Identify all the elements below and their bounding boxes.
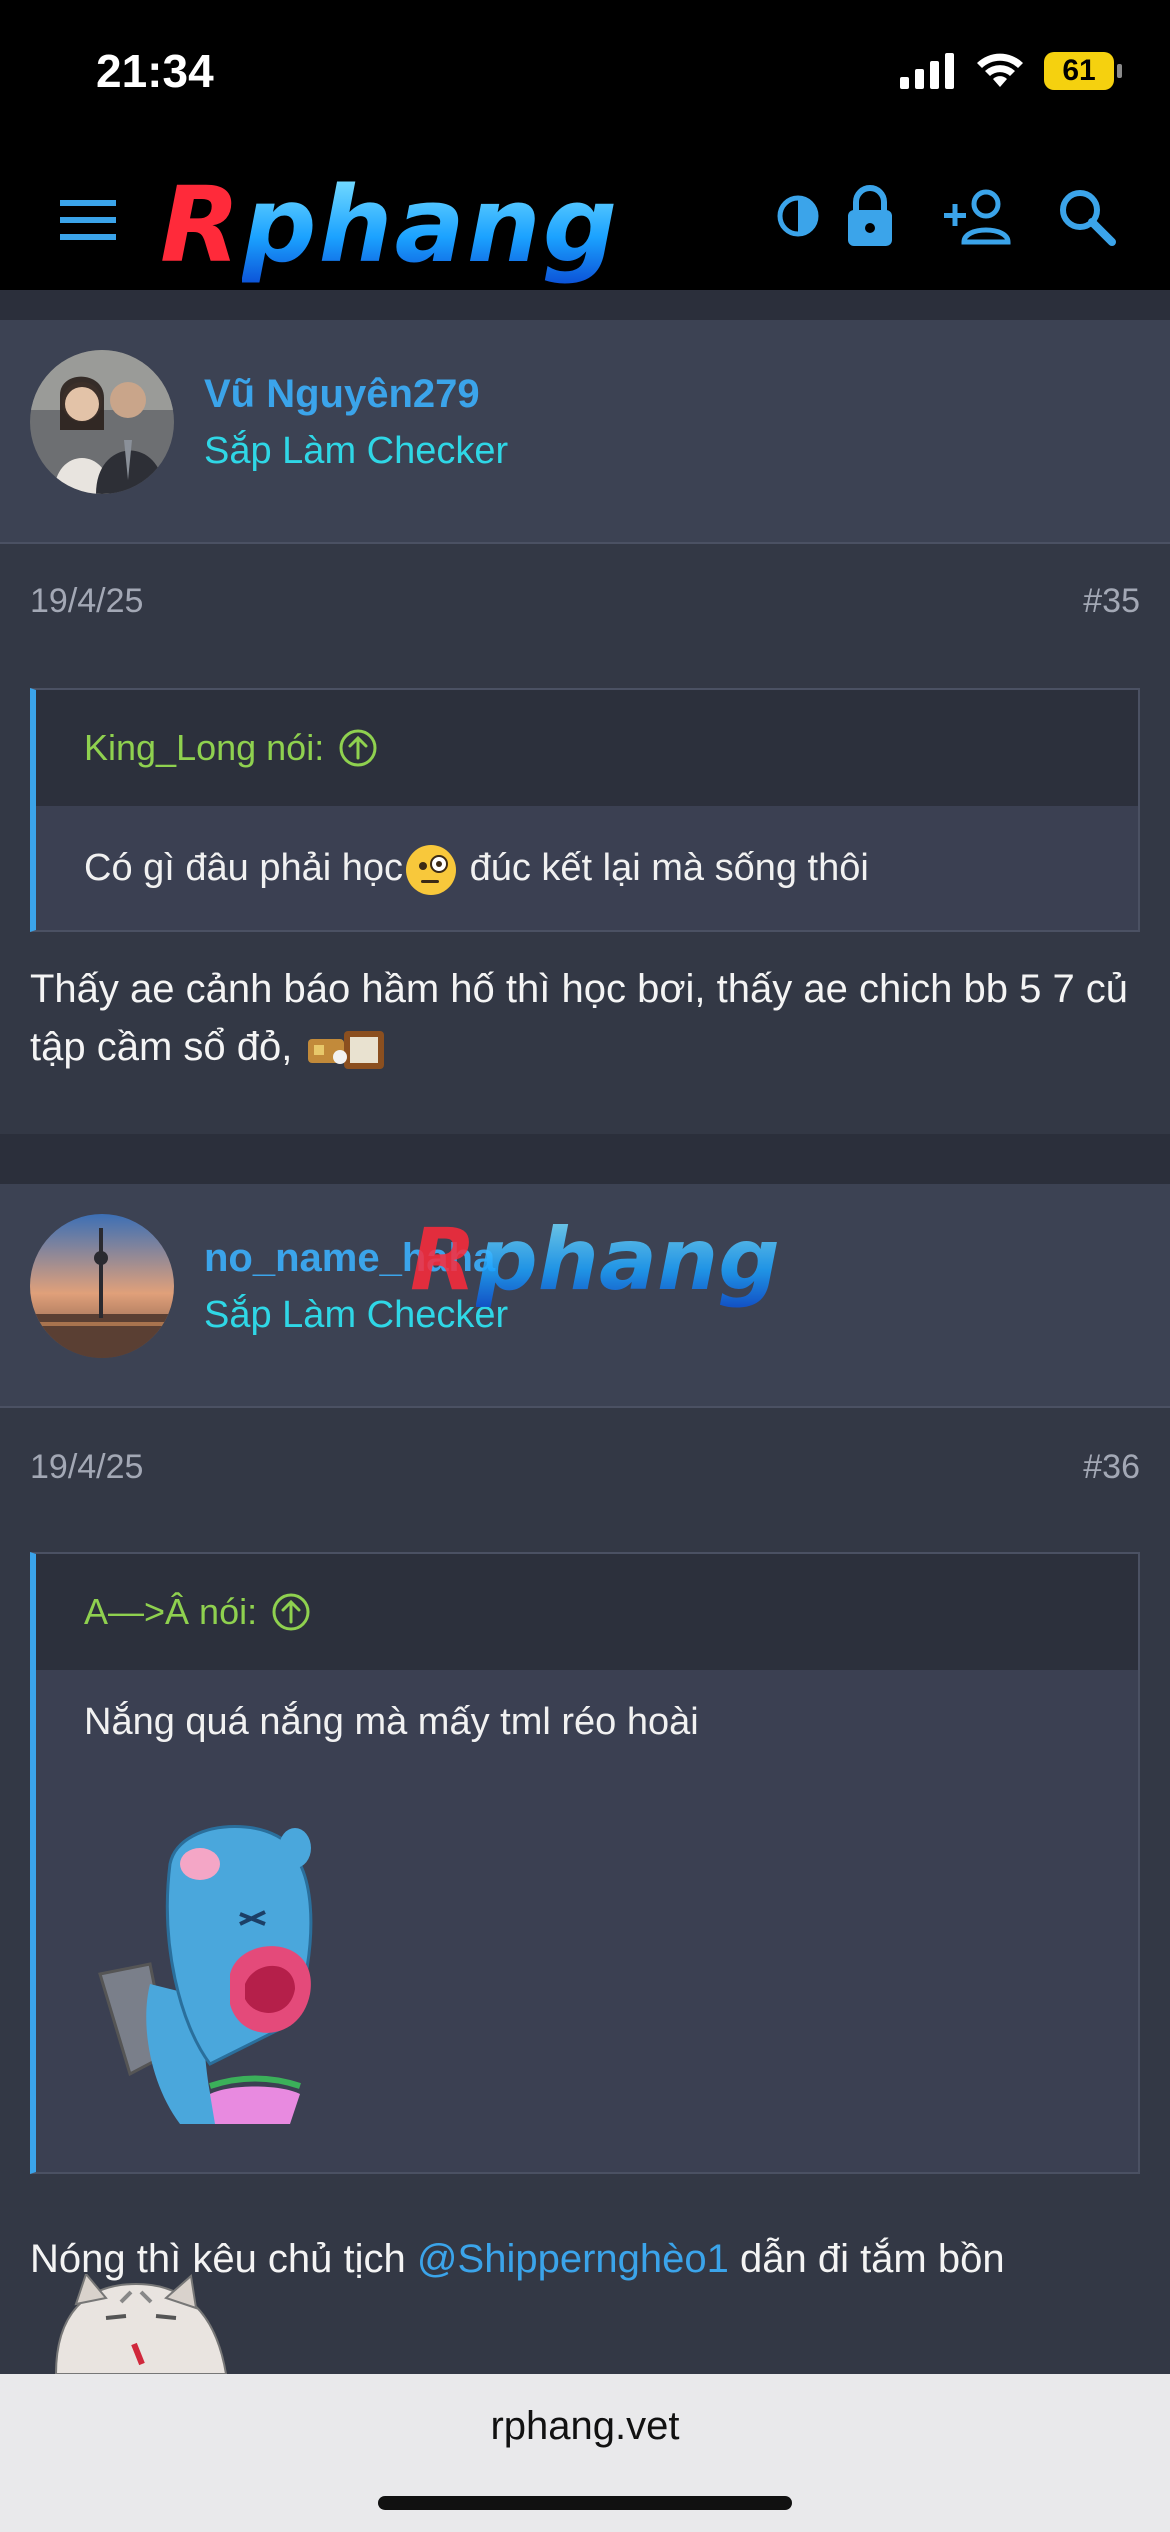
- post-number[interactable]: #36: [1083, 1448, 1140, 1487]
- cat-sticker: [54, 2274, 228, 2374]
- site-header: Rphang: [0, 140, 1170, 290]
- wifi-icon: [977, 53, 1023, 87]
- post-date[interactable]: 19/4/25: [30, 582, 143, 621]
- angry-creature-sticker: [98, 1825, 313, 2124]
- signal-icon: [900, 53, 954, 89]
- arrow-up-circle-icon[interactable]: [338, 728, 378, 768]
- post-36: no_name_haha Sắp Làm Checker 19/4/25 #36…: [0, 1184, 1170, 2374]
- register-icon[interactable]: [940, 180, 1016, 252]
- watermark-logo: Rphang: [410, 1210, 780, 1310]
- quote-header[interactable]: King_Long nói:: [36, 690, 1138, 806]
- post-message-text-end: dẫn đi tắm bồn: [728, 2237, 1005, 2281]
- quote-block: King_Long nói: Có gì đâu phải học đúc kế…: [30, 688, 1140, 932]
- post-35: Vũ Nguyên279 Sắp Làm Checker 19/4/25 #35…: [0, 320, 1170, 1134]
- theme-toggle-icon[interactable]: [762, 180, 834, 252]
- quote-text-end: đúc kết lại mà sống thôi: [459, 847, 869, 890]
- browser-address-bar[interactable]: rphang.vet: [0, 2374, 1170, 2532]
- quote-author: A—>Â nói:: [84, 1591, 258, 1632]
- status-time: 21:34: [96, 45, 214, 97]
- thinking-emoji-icon: [406, 845, 457, 895]
- watermark-text: phang: [476, 1210, 780, 1310]
- post-date[interactable]: 19/4/25: [30, 1448, 143, 1487]
- url-text[interactable]: rphang.vet: [0, 2404, 1170, 2449]
- user-title: Sắp Làm Checker: [204, 430, 509, 472]
- site-logo[interactable]: Rphang: [160, 164, 720, 286]
- post-number[interactable]: #35: [1083, 582, 1140, 621]
- watermark-letter: R: [410, 1210, 477, 1310]
- quote-author: King_Long nói:: [84, 727, 325, 768]
- home-indicator[interactable]: [378, 2496, 792, 2510]
- quote-header[interactable]: A—>Â nói:: [36, 1554, 1138, 1670]
- battery-icon: 61: [1044, 52, 1122, 90]
- menu-icon[interactable]: [54, 192, 126, 248]
- post-header: Vũ Nguyên279 Sắp Làm Checker: [0, 320, 1170, 544]
- quote-text: Nắng quá nắng mà mấy tml réo hoài: [36, 1670, 1138, 1783]
- arrow-up-circle-icon[interactable]: [271, 1592, 311, 1632]
- quote-text: Có gì đâu phải học đúc kết lại mà sống t…: [36, 806, 1138, 934]
- post-message: Thấy ae cảnh báo hầm hố thì học bơi, thấ…: [30, 960, 1140, 1076]
- lock-icon[interactable]: [834, 180, 906, 252]
- search-icon[interactable]: [1050, 180, 1122, 252]
- logo-text: phang: [242, 164, 620, 286]
- battery-level: 61: [1062, 54, 1096, 87]
- avatar[interactable]: [30, 1214, 174, 1358]
- user-mention-link[interactable]: @Shippernghèo1: [417, 2237, 729, 2281]
- post-message-text: Thấy ae cảnh báo hầm hố thì học bơi, thấ…: [30, 967, 1129, 1069]
- quote-block: A—>Â nói: Nắng quá nắng mà mấy tml réo h…: [30, 1552, 1140, 2174]
- status-icons: 61: [900, 52, 1122, 90]
- status-bar: 21:34 61: [0, 0, 1170, 140]
- quote-text-line: Nắng quá nắng mà mấy tml réo hoài: [84, 1701, 699, 1743]
- quote-text-start: Có gì đâu phải học: [84, 847, 404, 890]
- username[interactable]: Vũ Nguyên279: [204, 372, 480, 417]
- logo-letter: R: [160, 164, 243, 286]
- money-sticker-icon: [307, 1031, 384, 1070]
- avatar[interactable]: [30, 350, 174, 494]
